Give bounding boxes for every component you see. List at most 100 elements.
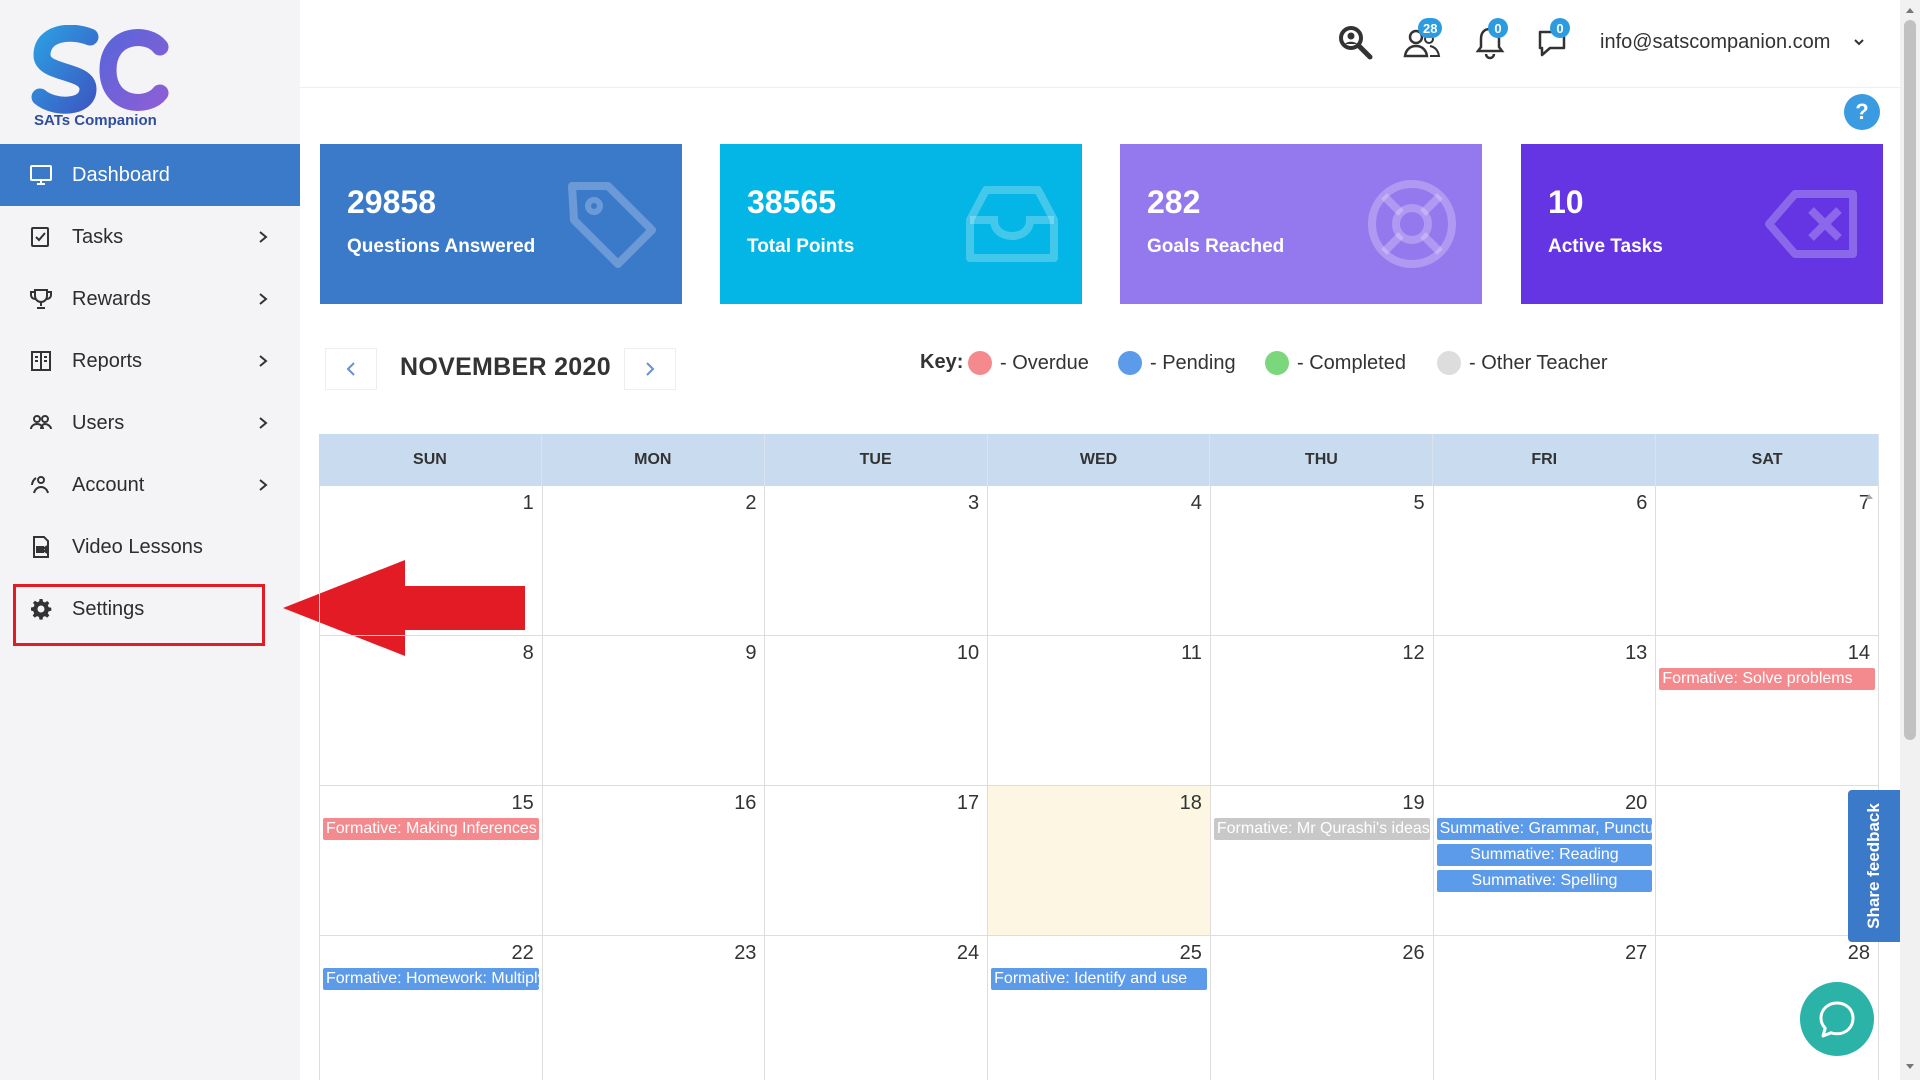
calendar-event[interactable]: Summative: Grammar, Punctuation [1436,818,1653,840]
calendar-day[interactable]: 11 [987,636,1210,785]
sidebar-item-dashboard[interactable]: Dashboard [0,144,300,206]
sidebar: SATs Companion Dashboard Tasks Rewards R… [0,0,300,1080]
sidebar-item-users[interactable]: Users [0,392,300,454]
calendar-day[interactable]: 8 [319,636,542,785]
calendar-event[interactable]: Formative: Making Inferences [323,818,539,840]
stat-card-points: 38565 Total Points [720,144,1082,304]
calendar-day[interactable]: 5 [1209,486,1433,635]
messages-badge: 0 [1550,18,1570,38]
calendar-day[interactable]: 6 [1432,486,1656,635]
stat-value: 38565 [747,184,836,220]
share-feedback-label: Share feedback [1864,803,1883,929]
sidebar-item-tasks[interactable]: Tasks [0,206,300,268]
pending-dot-icon [1118,351,1142,375]
page-scrollbar[interactable] [1900,0,1920,1080]
weekday-header: FRI [1433,434,1657,486]
sidebar-item-reports[interactable]: Reports [0,330,300,392]
calendar-week-row: 15 Formative: Making Inferences 16 17 18 19 Fo… [319,786,1880,936]
day-number: 10 [956,642,980,664]
search-icon[interactable] [1335,22,1375,62]
share-feedback-button[interactable]: Share feedback [1848,790,1900,942]
user-menu[interactable]: info@satscompanion.com [1600,31,1830,54]
stat-card-questions: 29858 Questions Answered [320,144,682,304]
calendar-day[interactable]: 4 [987,486,1210,635]
weekday-header: WED [988,434,1211,486]
day-number: 9 [745,642,757,664]
delete-backspace-icon [1765,190,1857,258]
chat-launcher-button[interactable] [1800,982,1874,1056]
sidebar-item-label: Video Lessons [72,535,203,558]
account-icon [28,472,54,498]
day-number: 24 [956,942,980,964]
calendar-day[interactable]: 25 Formative: Identify and use [987,936,1210,1080]
calendar-week-row: 8 9 10 11 12 13 14 Formative: Solve problems [319,636,1880,786]
calendar-day[interactable]: 17 [764,786,987,935]
calendar-day[interactable]: 3 [764,486,987,635]
chevron-right-icon [259,479,268,491]
tag-icon [568,182,656,268]
calendar-day[interactable]: 1 [319,486,542,635]
weekday-header: SAT [1656,434,1880,486]
day-number: 13 [1625,642,1648,664]
overdue-dot-icon [968,351,992,375]
weekday-header: THU [1210,434,1434,486]
day-number: 1 [522,492,534,514]
calendar-day[interactable]: 7 [1655,486,1880,635]
legend-title: Key: [920,351,964,373]
calendar-event[interactable]: Formative: Homework: Multiply [323,968,539,990]
day-number: 16 [734,792,757,814]
scroll-down-arrow-icon[interactable] [1905,1062,1915,1072]
calendar-day[interactable]: 24 [764,936,987,1080]
calendar-day[interactable]: 13 [1432,636,1656,785]
calendar-day[interactable]: 27 [1432,936,1656,1080]
calendar-day[interactable]: 12 [1209,636,1433,785]
calendar-day[interactable]: 10 [764,636,987,785]
calendar-month-title: NOVEMBER 2020 [400,353,611,381]
calendar-day[interactable]: 20 Summative: Grammar, Punctuation Summati… [1432,786,1656,935]
day-number: 18 [1179,792,1202,814]
legend-item-completed: - Completed [1265,351,1406,375]
calendar-header-row: SUN MON TUE WED THU FRI SAT [319,434,1880,486]
day-number: 4 [1190,492,1202,514]
day-number: 11 [1181,642,1202,664]
calendar-day[interactable]: 19 Formative: Mr Qurashi's ideas [1209,786,1433,935]
calendar-event[interactable]: Formative: Identify and use [991,968,1207,990]
calendar-scroll-up-icon[interactable] [1863,490,1875,502]
calendar-event[interactable]: Formative: Mr Qurashi's ideas [1213,818,1430,840]
calendar-day[interactable]: 15 Formative: Making Inferences [319,786,542,935]
calendar-day[interactable]: 16 [541,786,765,935]
calendar-prev-button[interactable] [325,348,377,390]
day-number: 6 [1636,492,1648,514]
other-teacher-dot-icon [1437,351,1461,375]
calendar-day[interactable]: 22 Formative: Homework: Multiply [319,936,542,1080]
chat-bubble-icon [1819,1001,1855,1038]
lifebuoy-icon [1368,180,1456,268]
chevron-right-icon [646,362,655,376]
calendar-event[interactable]: Formative: Solve problems [1659,668,1876,690]
sidebar-item-account[interactable]: Account [0,454,300,516]
calendar-day[interactable]: 21 [1655,786,1880,935]
day-number: 17 [956,792,980,814]
video-icon [28,534,54,560]
calendar-event[interactable]: Summative: Reading [1436,844,1653,866]
calendar-day[interactable]: 14 Formative: Solve problems [1655,636,1880,785]
calendar-day-today[interactable]: 18 [987,786,1210,935]
tasks-icon [28,224,54,250]
sidebar-item-video-lessons[interactable]: Video Lessons [0,516,300,578]
calendar-day[interactable]: 23 [541,936,765,1080]
sidebar-item-label: Reports [72,349,143,372]
legend-item-pending: - Pending [1118,351,1236,375]
chevron-down-icon[interactable] [1852,35,1866,49]
scrollbar-thumb[interactable] [1904,20,1916,740]
calendar-event[interactable]: Summative: Spelling [1436,870,1653,892]
help-button[interactable]: ? [1844,94,1880,130]
calendar-day[interactable]: 9 [541,636,765,785]
calendar-next-button[interactable] [624,348,676,390]
scroll-up-arrow-icon[interactable] [1905,5,1915,15]
stat-card-active-tasks: 10 Active Tasks [1521,144,1883,304]
calendar-day[interactable]: 2 [541,486,765,635]
sidebar-item-rewards[interactable]: Rewards [0,268,300,330]
day-number: 25 [1179,942,1202,964]
calendar-body: 1 2 3 4 5 6 7 8 9 10 11 12 13 14 Formative: Solve prob… [319,486,1880,1080]
calendar-day[interactable]: 26 [1209,936,1433,1080]
